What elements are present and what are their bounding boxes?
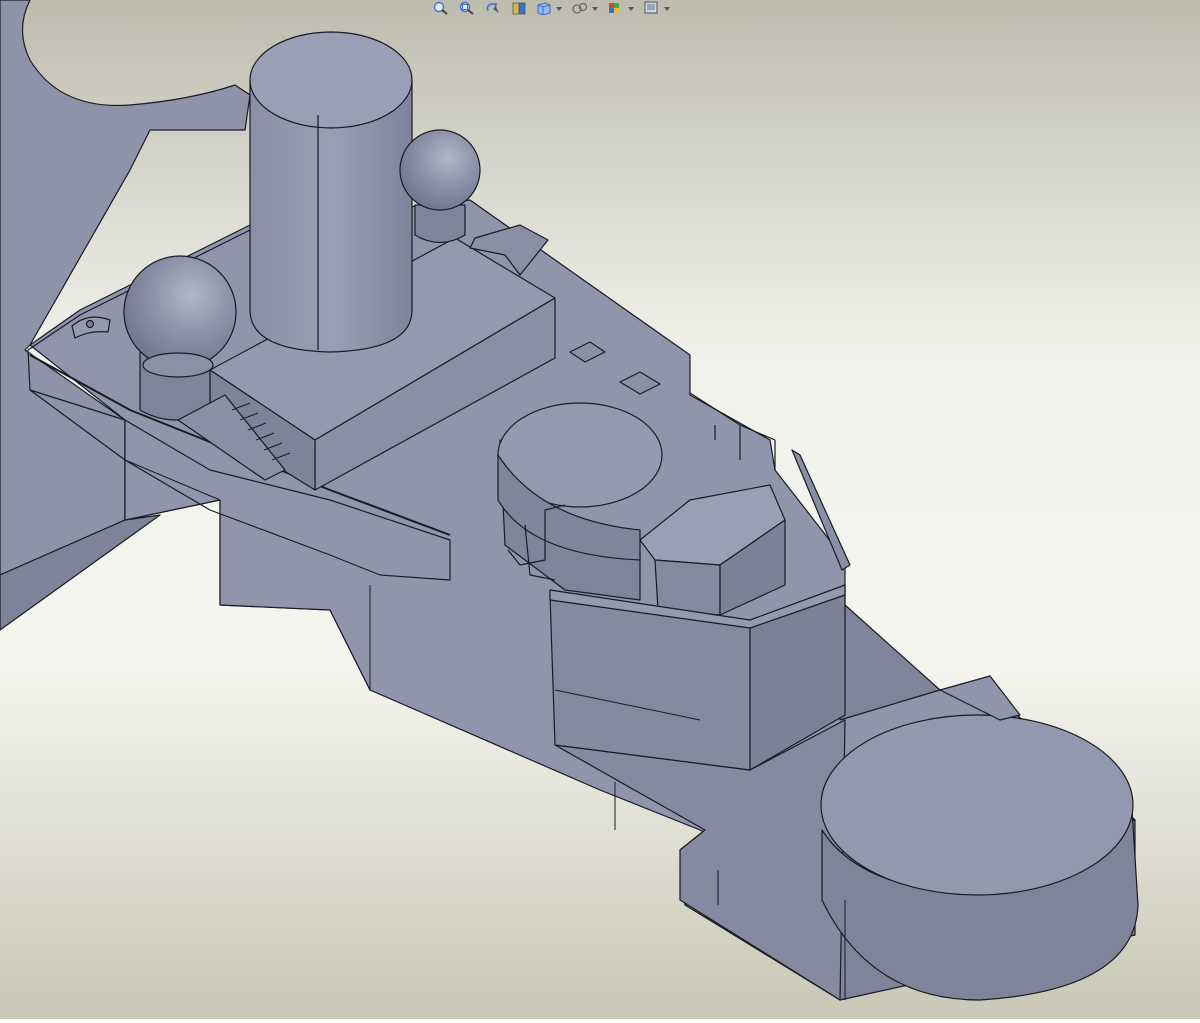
zoom-to-area-button[interactable]: [456, 0, 478, 16]
section-view-button[interactable]: [508, 0, 530, 16]
zoom-to-area-icon: [459, 1, 474, 15]
graphics-viewport[interactable]: [0, 0, 1200, 1019]
left-radar-dome[interactable]: [123, 255, 237, 369]
apply-scene-icon: [644, 1, 670, 14]
funnel-top[interactable]: [249, 31, 413, 129]
rear-dome-base: [414, 204, 466, 244]
edit-appearance-icon: [609, 3, 634, 13]
edit-appearance-button[interactable]: [606, 0, 638, 16]
previous-view-button[interactable]: [482, 0, 504, 16]
view-orientation-icon: [537, 2, 562, 15]
left-dome-collar: [142, 352, 214, 378]
previous-view-icon: [486, 3, 499, 13]
cad-model-view[interactable]: [0, 0, 1200, 1019]
section-view-icon: [512, 2, 526, 15]
view-orientation-button[interactable]: [534, 0, 566, 16]
zoom-to-fit-button[interactable]: [430, 0, 452, 16]
apply-scene-button[interactable]: [642, 0, 674, 16]
zoom-to-fit-icon: [433, 1, 448, 15]
display-style-button[interactable]: [570, 0, 602, 16]
rear-radar-dome[interactable]: [399, 129, 481, 211]
heads-up-view-toolbar: [430, 0, 674, 16]
forward-turret-top[interactable]: [820, 714, 1134, 896]
display-style-icon: [572, 2, 598, 14]
rail-bracket-hole: [85, 319, 95, 329]
